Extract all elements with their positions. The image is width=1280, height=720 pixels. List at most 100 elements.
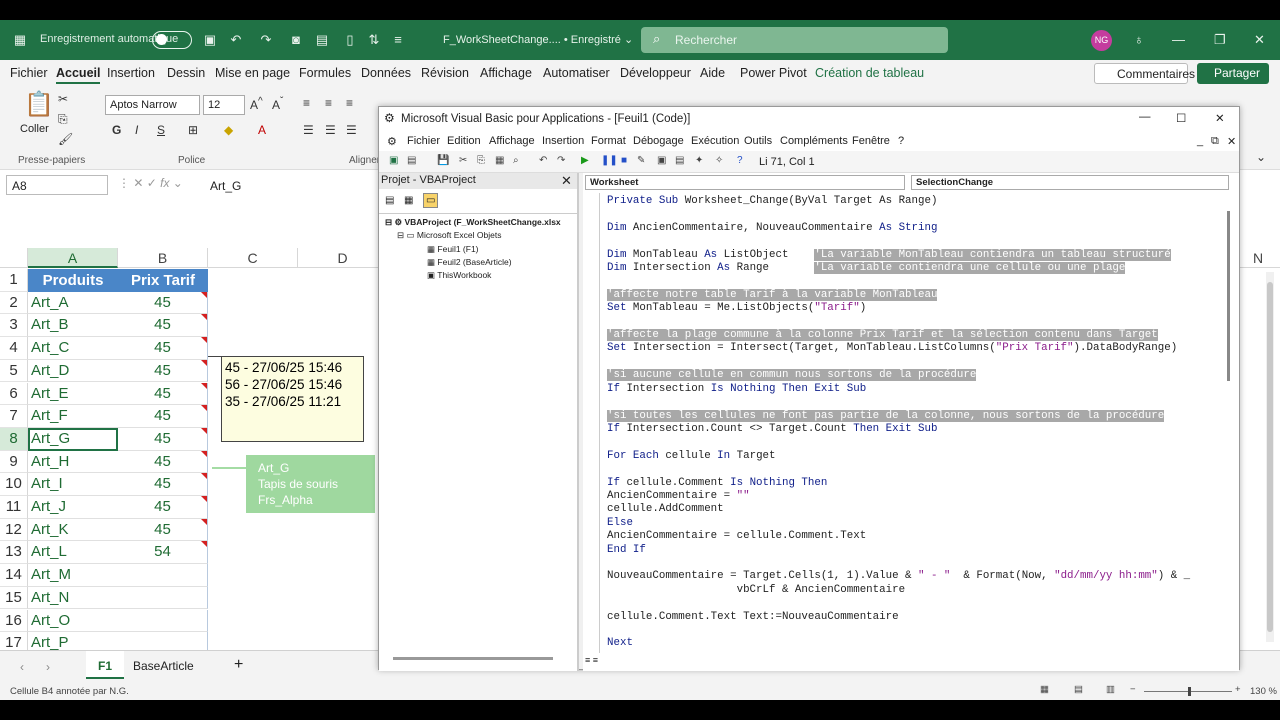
vba-menu-fichier[interactable]: Fichier bbox=[407, 135, 440, 147]
next-sheet-icon[interactable]: › bbox=[46, 660, 50, 674]
vertical-scrollbar[interactable] bbox=[1266, 272, 1274, 642]
align-center-icon[interactable]: ☰ bbox=[325, 123, 336, 137]
row-header[interactable]: 11 bbox=[0, 496, 28, 519]
cell-produit[interactable]: Art_L bbox=[28, 541, 118, 565]
tab-dessin[interactable]: Dessin bbox=[167, 66, 205, 80]
row-header[interactable]: 13 bbox=[0, 541, 28, 565]
tab-power-pivot[interactable]: Power Pivot bbox=[740, 66, 807, 80]
column-header-a[interactable]: A bbox=[28, 248, 118, 268]
cell-prix[interactable]: 45 bbox=[118, 382, 208, 406]
toggle-folders-icon[interactable]: ▭ bbox=[423, 193, 439, 208]
cell-prix[interactable]: 45 bbox=[118, 314, 208, 338]
vba-menu-affichage[interactable]: Affichage bbox=[489, 135, 535, 147]
minimize-button[interactable]: — bbox=[1172, 32, 1185, 47]
increase-font-icon[interactable]: A^ bbox=[250, 96, 263, 112]
comments-button[interactable]: Commentaires bbox=[1094, 63, 1195, 84]
column-header-c[interactable]: C bbox=[208, 248, 298, 268]
vba-paste-icon[interactable]: ▦ bbox=[495, 155, 504, 166]
zoom-slider[interactable] bbox=[1144, 687, 1232, 696]
pause-icon[interactable]: ❚❚ bbox=[601, 155, 618, 166]
tab-insertion[interactable]: Insertion bbox=[107, 66, 155, 80]
tab-affichage[interactable]: Affichage bbox=[480, 66, 532, 80]
object-browser-icon[interactable]: ✦ bbox=[695, 155, 703, 166]
row-header[interactable]: 8 bbox=[0, 427, 28, 451]
tab-formules[interactable]: Formules bbox=[299, 66, 351, 80]
column-header-b[interactable]: B bbox=[118, 248, 208, 268]
vba-menu-insertion[interactable]: Insertion bbox=[542, 135, 584, 147]
tab-revision[interactable]: Révision bbox=[421, 66, 469, 80]
table-header-produits[interactable]: Produits bbox=[28, 269, 118, 292]
vba-child-minimize[interactable]: _ bbox=[1197, 135, 1203, 147]
cell-produit[interactable]: Art_H bbox=[28, 451, 118, 474]
vba-menu-edition[interactable]: Edition bbox=[447, 135, 481, 147]
cell-produit[interactable]: Art_B bbox=[28, 314, 118, 338]
vba-menu-complements[interactable]: Compléments bbox=[780, 135, 848, 147]
bold-icon[interactable]: G bbox=[112, 123, 121, 137]
vba-menu-format[interactable]: Format bbox=[591, 135, 626, 147]
row-header[interactable]: 16 bbox=[0, 609, 28, 633]
column-header-d[interactable]: D bbox=[298, 248, 388, 268]
row-header[interactable]: 14 bbox=[0, 564, 28, 587]
vba-editor-window[interactable]: ⚙ Microsoft Visual Basic pour Applicatio… bbox=[378, 106, 1240, 671]
cell-produit[interactable]: Art_O bbox=[28, 610, 118, 633]
add-sheet-button[interactable]: + bbox=[234, 656, 243, 674]
underline-icon[interactable]: S bbox=[157, 123, 165, 137]
search-input[interactable]: ⌕ Rechercher bbox=[641, 27, 948, 53]
row-header[interactable]: 4 bbox=[0, 337, 28, 360]
procedure-view-icon[interactable]: ≡ ≡ bbox=[585, 655, 598, 665]
sheet-tab-f1[interactable]: F1 bbox=[86, 651, 124, 679]
font-color-icon[interactable]: A bbox=[258, 123, 266, 137]
insert-module-icon[interactable]: ▤ bbox=[407, 155, 416, 166]
cell-prix[interactable]: 45 bbox=[118, 405, 208, 428]
font-name-select[interactable]: Aptos Narrow bbox=[105, 95, 200, 115]
sort-icon[interactable]: ⇅ bbox=[366, 32, 382, 48]
cell-produit[interactable]: Art_C bbox=[28, 337, 118, 360]
vba-redo-icon[interactable]: ↷ bbox=[557, 155, 565, 166]
fill-color-icon[interactable]: ◆ bbox=[224, 123, 233, 137]
decrease-font-icon[interactable]: Aˇ bbox=[272, 96, 283, 112]
page-layout-icon[interactable]: ▤ bbox=[1074, 684, 1083, 695]
redo-icon[interactable]: ↷ bbox=[258, 32, 274, 48]
format-painter-icon[interactable]: 🖌 bbox=[58, 132, 73, 146]
tab-donnees[interactable]: Données bbox=[361, 66, 411, 80]
vba-child-close[interactable]: ✕ bbox=[1227, 135, 1236, 148]
cell-prix[interactable]: 45 bbox=[118, 518, 208, 542]
code-window[interactable]: Worksheet SelectionChange Private Sub Wo… bbox=[583, 173, 1239, 671]
align-right-icon[interactable]: ☰ bbox=[346, 123, 357, 137]
cell-produit[interactable]: Art_F bbox=[28, 405, 118, 428]
procedure-select[interactable]: SelectionChange bbox=[911, 175, 1229, 190]
align-left-icon[interactable]: ☰ bbox=[303, 123, 314, 137]
tab-automatiser[interactable]: Automatiser bbox=[543, 66, 610, 80]
italic-icon[interactable]: I bbox=[135, 123, 138, 137]
zoom-in-icon[interactable]: + bbox=[1235, 684, 1241, 695]
vba-menu-fenetre[interactable]: Fenêtre bbox=[852, 135, 890, 147]
print-preview-icon[interactable]: ▤ bbox=[314, 32, 330, 48]
view-code-icon[interactable]: ▤ bbox=[385, 195, 394, 206]
vba-save-icon[interactable]: 💾 bbox=[437, 155, 449, 166]
align-bottom-icon[interactable]: ≡ bbox=[346, 96, 353, 110]
page-break-icon[interactable]: ▥ bbox=[1106, 684, 1115, 695]
cell-comment[interactable]: 45 - 27/06/25 15:46 56 - 27/06/25 15:46 … bbox=[221, 356, 364, 442]
zoom-out-icon[interactable]: − bbox=[1130, 684, 1136, 695]
row-header[interactable]: 2 bbox=[0, 291, 28, 315]
tab-developpeur[interactable]: Développeur bbox=[620, 66, 691, 80]
cell-prix[interactable] bbox=[118, 564, 208, 587]
vba-copy-icon[interactable]: ⎘ bbox=[477, 155, 485, 166]
save-icon[interactable]: ▣ bbox=[202, 32, 218, 48]
cell-prix[interactable]: 45 bbox=[118, 427, 208, 451]
align-middle-icon[interactable]: ≡ bbox=[325, 96, 332, 110]
vba-menu-help[interactable]: ? bbox=[898, 135, 904, 147]
autosave-toggle[interactable] bbox=[152, 31, 192, 49]
cell-prix[interactable] bbox=[118, 609, 208, 633]
prev-sheet-icon[interactable]: ‹ bbox=[20, 660, 24, 674]
cell-produit[interactable]: Art_A bbox=[28, 292, 118, 315]
sheet-tab-basearticle[interactable]: BaseArticle bbox=[133, 659, 194, 673]
table-header-prix-tarif[interactable]: Prix Tarif bbox=[118, 269, 208, 292]
collapse-ribbon-icon[interactable]: ⌄ bbox=[1256, 150, 1266, 164]
project-explorer-icon[interactable]: ▣ bbox=[657, 155, 666, 166]
share-button[interactable]: Partager bbox=[1197, 63, 1269, 84]
cell-prix[interactable]: 45 bbox=[118, 450, 208, 474]
undo-icon[interactable]: ↶ bbox=[228, 32, 244, 48]
design-mode-icon[interactable]: ✎ bbox=[637, 155, 645, 166]
customize-icon[interactable]: ≡ bbox=[390, 32, 406, 48]
